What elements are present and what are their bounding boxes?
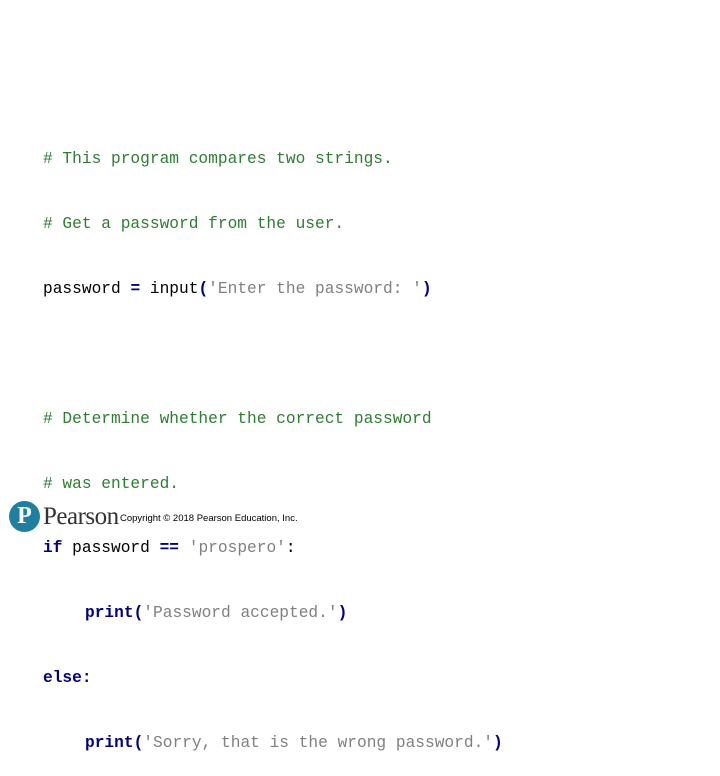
string-literal: 'Password accepted.' [143,604,338,623]
paren: ( [133,604,144,623]
keyword: else [43,668,82,687]
variable: password [62,539,160,558]
comment: # Determine whether the correct password [43,409,432,428]
code-line: print('Sorry, that is the wrong password… [43,733,503,755]
code-line: # was entered. [43,474,503,496]
code-line: print('Password accepted.') [43,603,503,625]
function-name: input [140,279,199,298]
operator: = [130,279,141,298]
variable: password [43,279,131,298]
paren: ) [421,279,432,298]
pearson-logo-text: Pearson [43,503,119,530]
code-line: # This program compares two strings. [43,149,503,171]
code-listing: # This program compares two strings. # G… [43,106,503,776]
code-line: # Determine whether the correct password [43,409,503,431]
function-name: print [85,733,134,752]
pearson-logo-icon: P [9,501,40,532]
comment: # This program compares two strings. [43,150,393,169]
code-line: else: [43,668,503,690]
string-literal: 'prospero' [179,539,286,558]
colon: : [285,539,296,558]
paren: ) [337,604,348,623]
paren: ( [133,733,144,752]
colon: : [81,668,92,687]
paren: ( [198,279,209,298]
copyright-text: Copyright © 2018 Pearson Education, Inc. [120,513,298,524]
string-literal: 'Enter the password: ' [208,279,422,298]
comment: # was entered. [43,474,179,493]
code-line: if password == 'prospero': [43,538,503,560]
operator: == [159,539,180,558]
code-line: # Get a password from the user. [43,214,503,236]
logo-letter: P [17,503,32,529]
string-literal: 'Sorry, that is the wrong password.' [143,733,494,752]
paren: ) [493,733,503,752]
function-name: print [85,604,134,623]
comment: # Get a password from the user. [43,214,345,233]
code-line: password = input('Enter the password: ') [43,279,503,301]
keyword: if [43,539,63,558]
